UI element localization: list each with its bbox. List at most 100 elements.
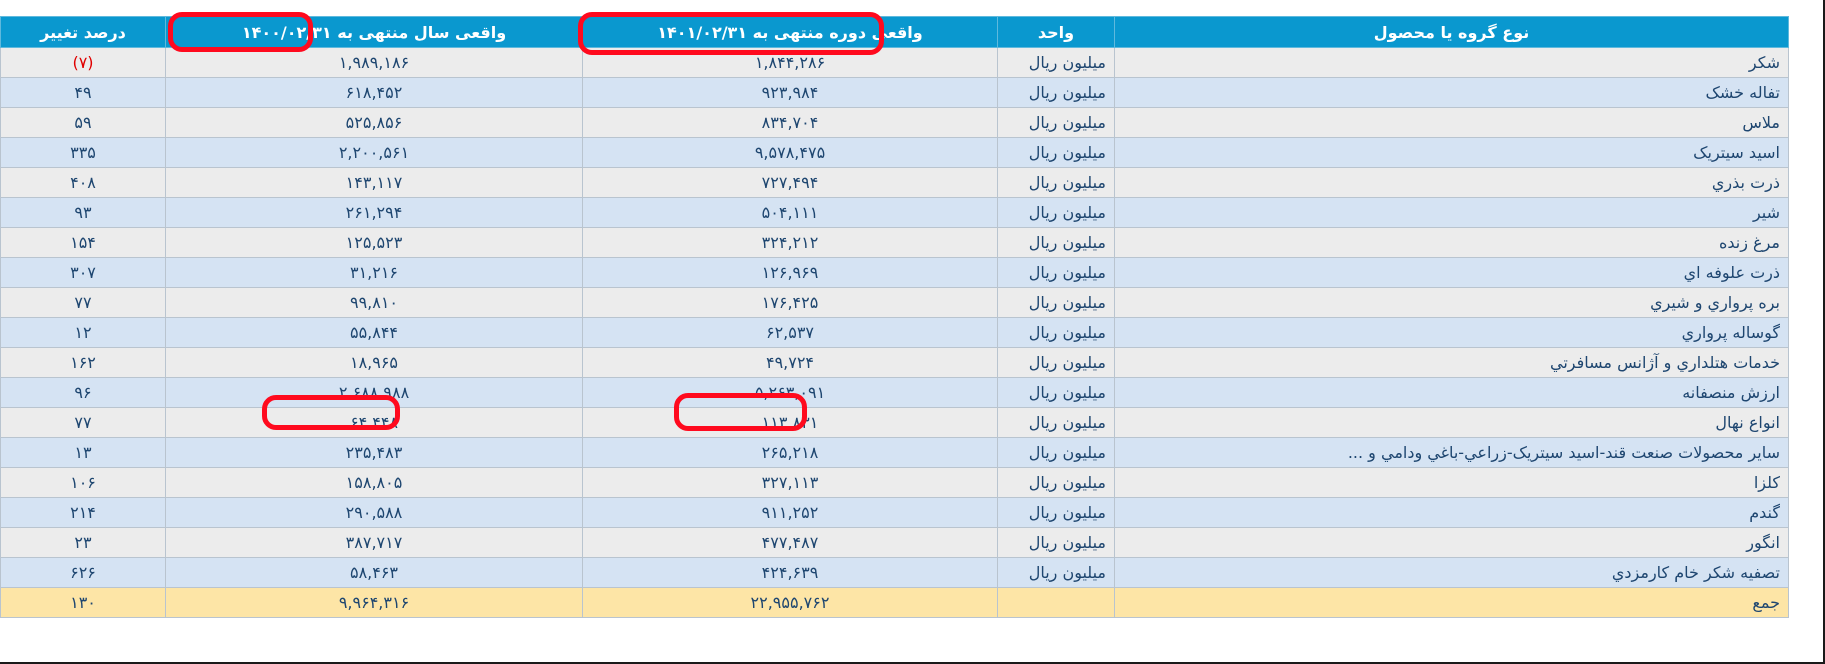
cell-product: اسید سیتریک [1114,137,1789,168]
cell-change-percent: ۳۳۵ [0,137,166,168]
col-header-change[interactable]: درصد تغییر [0,16,166,48]
cell-change-percent: ۱۰۶ [0,467,166,498]
table-row[interactable]: ذرت علوفه اي میلیون ریال ۱۲۶,۹۶۹ ۳۱,۲۱۶ ۳۰۷ [0,257,1789,288]
cell-unit: میلیون ریال [997,257,1115,288]
cell-year-value: ۶۱۸,۴۵۲ [165,77,583,108]
cell-year-value: ۲۹۰,۵۸۸ [165,497,583,528]
cell-change-percent: ۲۱۴ [0,497,166,528]
cell-change-percent: ۶۲۶ [0,557,166,588]
cell-year-value: ۳۱,۲۱۶ [165,257,583,288]
cell-product: انگور [1114,527,1789,558]
table-row[interactable]: خدمات هتلداري و آژانس مسافرتي میلیون ریال… [0,347,1789,378]
table-row[interactable]: سایر محصولات صنعت قند-اسید سیتریک-زراعي-… [0,437,1789,468]
total-period-value: ۲۲,۹۵۵,۷۶۲ [582,587,998,618]
table-row[interactable]: تفاله خشک میلیون ریال ۹۲۳,۹۸۴ ۶۱۸,۴۵۲ ۴۹ [0,77,1789,108]
cell-year-value: ۱۸,۹۶۵ [165,347,583,378]
total-unit [997,587,1115,618]
cell-unit: میلیون ریال [997,407,1115,438]
cell-product: تصفیه شکر خام کارمزدي [1114,557,1789,588]
cell-year-value: ۵۲۵,۸۵۶ [165,107,583,138]
cell-period-value: ۴۹,۷۲۴ [582,347,998,378]
cell-period-value: ۸۳۴,۷۰۴ [582,107,998,138]
cell-year-value: ۱۲۵,۵۲۳ [165,227,583,258]
cell-year-value: ۱,۹۸۹,۱۸۶ [165,47,583,78]
cell-change-percent: (۷) [0,47,166,78]
cell-unit: میلیون ریال [997,107,1115,138]
cell-period-value: ۹۱۱,۲۵۲ [582,497,998,528]
cell-year-value: ۲,۶۸۸,۹۸۸ [165,377,583,408]
cell-unit: میلیون ریال [997,167,1115,198]
cell-product: بره پرواري و شيري [1114,287,1789,318]
total-year-value: ۹,۹۶۴,۳۱۶ [165,587,583,618]
table-row[interactable]: کلزا میلیون ریال ۳۲۷,۱۱۳ ۱۵۸,۸۰۵ ۱۰۶ [0,467,1789,498]
cell-change-percent: ۵۹ [0,107,166,138]
col-header-product[interactable]: نوع گروه یا محصول [1114,16,1789,48]
cell-year-value: ۳۸۷,۷۱۷ [165,527,583,558]
cell-unit: میلیون ریال [997,437,1115,468]
cell-change-percent: ۹۳ [0,197,166,228]
cell-change-percent: ۳۰۷ [0,257,166,288]
cell-year-value: ۲۶۱,۲۹۴ [165,197,583,228]
table-row[interactable]: انگور میلیون ریال ۴۷۷,۴۸۷ ۳۸۷,۷۱۷ ۲۳ [0,527,1789,558]
cell-unit: میلیون ریال [997,557,1115,588]
cell-change-percent: ۷۷ [0,287,166,318]
cell-product: شکر [1114,47,1789,78]
table-row[interactable]: اسید سیتریک میلیون ریال ۹,۵۷۸,۴۷۵ ۲,۲۰۰,۵۶۱… [0,137,1789,168]
cell-change-percent: ۷۷ [0,407,166,438]
col-header-unit[interactable]: واحد [997,16,1115,48]
table-row[interactable]: ملاس میلیون ریال ۸۳۴,۷۰۴ ۵۲۵,۸۵۶ ۵۹ [0,107,1789,138]
cell-product: انواع نهال [1114,407,1789,438]
cell-year-value: ۶۴,۴۴۸ [165,407,583,438]
cell-product: گندم [1114,497,1789,528]
cell-period-value: ۳۲۴,۲۱۲ [582,227,998,258]
cell-product: گوساله پرواري [1114,317,1789,348]
cell-period-value: ۹۲۳,۹۸۴ [582,77,998,108]
cell-unit: میلیون ریال [997,77,1115,108]
cell-unit: میلیون ریال [997,287,1115,318]
table-row[interactable]: شکر میلیون ریال ۱,۸۴۴,۲۸۶ ۱,۹۸۹,۱۸۶ (۷) [0,47,1789,78]
col-header-period[interactable]: واقعی دوره منتهی به ۱۴۰۱/۰۲/۳۱ [582,16,998,48]
cell-period-value: ۵۰۴,۱۱۱ [582,197,998,228]
cell-unit: میلیون ریال [997,467,1115,498]
cell-change-percent: ۱۲ [0,317,166,348]
cell-change-percent: ۹۶ [0,377,166,408]
table-row[interactable]: تصفیه شکر خام کارمزدي میلیون ریال ۴۲۴,۶۳۹ ۵… [0,557,1789,588]
cell-period-value: ۲۶۵,۲۱۸ [582,437,998,468]
table-row[interactable]: ذرت بذري میلیون ریال ۷۲۷,۴۹۴ ۱۴۳,۱۱۷ ۴۰۸ [0,167,1789,198]
cell-year-value: ۲۳۵,۴۸۳ [165,437,583,468]
cell-change-percent: ۴۰۸ [0,167,166,198]
table-row[interactable]: گندم میلیون ریال ۹۱۱,۲۵۲ ۲۹۰,۵۸۸ ۲۱۴ [0,497,1789,528]
cell-change-percent: ۲۳ [0,527,166,558]
cell-unit: میلیون ریال [997,527,1115,558]
table-row[interactable]: ارزش منصفانه میلیون ریال ۵,۲۶۳,۰۹۱ ۲,۶۸۸,۹۸… [0,377,1789,408]
cell-period-value: ۵,۲۶۳,۰۹۱ [582,377,998,408]
cell-unit: میلیون ریال [997,197,1115,228]
cell-period-value: ۳۲۷,۱۱۳ [582,467,998,498]
table-row[interactable]: بره پرواري و شيري میلیون ریال ۱۷۶,۴۲۵ ۹۹,۸۱… [0,287,1789,318]
cell-product: شیر [1114,197,1789,228]
cell-product: تفاله خشک [1114,77,1789,108]
cell-period-value: ۴۷۷,۴۸۷ [582,527,998,558]
table-row[interactable]: انواع نهال میلیون ریال ۱۱۳,۸۳۱ ۶۴,۴۴۸ ۷۷ [0,407,1789,438]
cell-period-value: ۱۲۶,۹۶۹ [582,257,998,288]
cell-period-value: ۷۲۷,۴۹۴ [582,167,998,198]
cell-product: ذرت علوفه اي [1114,257,1789,288]
cell-unit: میلیون ریال [997,137,1115,168]
total-change-percent: ۱۳۰ [0,587,166,618]
table-row[interactable]: مرغ زنده میلیون ریال ۳۲۴,۲۱۲ ۱۲۵,۵۲۳ ۱۵۴ [0,227,1789,258]
cell-product: ذرت بذري [1114,167,1789,198]
table-row[interactable]: شیر میلیون ریال ۵۰۴,۱۱۱ ۲۶۱,۲۹۴ ۹۳ [0,197,1789,228]
cell-period-value: ۱۱۳,۸۳۱ [582,407,998,438]
cell-change-percent: ۱۳ [0,437,166,468]
cell-unit: میلیون ریال [997,47,1115,78]
cell-period-value: ۱,۸۴۴,۲۸۶ [582,47,998,78]
cell-unit: میلیون ریال [997,317,1115,348]
sales-table: نوع گروه یا محصول واحد واقعی دوره منتهی … [0,16,1789,618]
table-row[interactable]: گوساله پرواري میلیون ریال ۶۲,۵۳۷ ۵۵,۸۴۴ ۱۲ [0,317,1789,348]
cell-period-value: ۶۲,۵۳۷ [582,317,998,348]
cell-period-value: ۹,۵۷۸,۴۷۵ [582,137,998,168]
col-header-year[interactable]: واقعی سال منتهی به ۱۴۰۰/۰۲/۳۱ [165,16,583,48]
cell-year-value: ۵۵,۸۴۴ [165,317,583,348]
cell-year-value: ۹۹,۸۱۰ [165,287,583,318]
cell-product: ملاس [1114,107,1789,138]
